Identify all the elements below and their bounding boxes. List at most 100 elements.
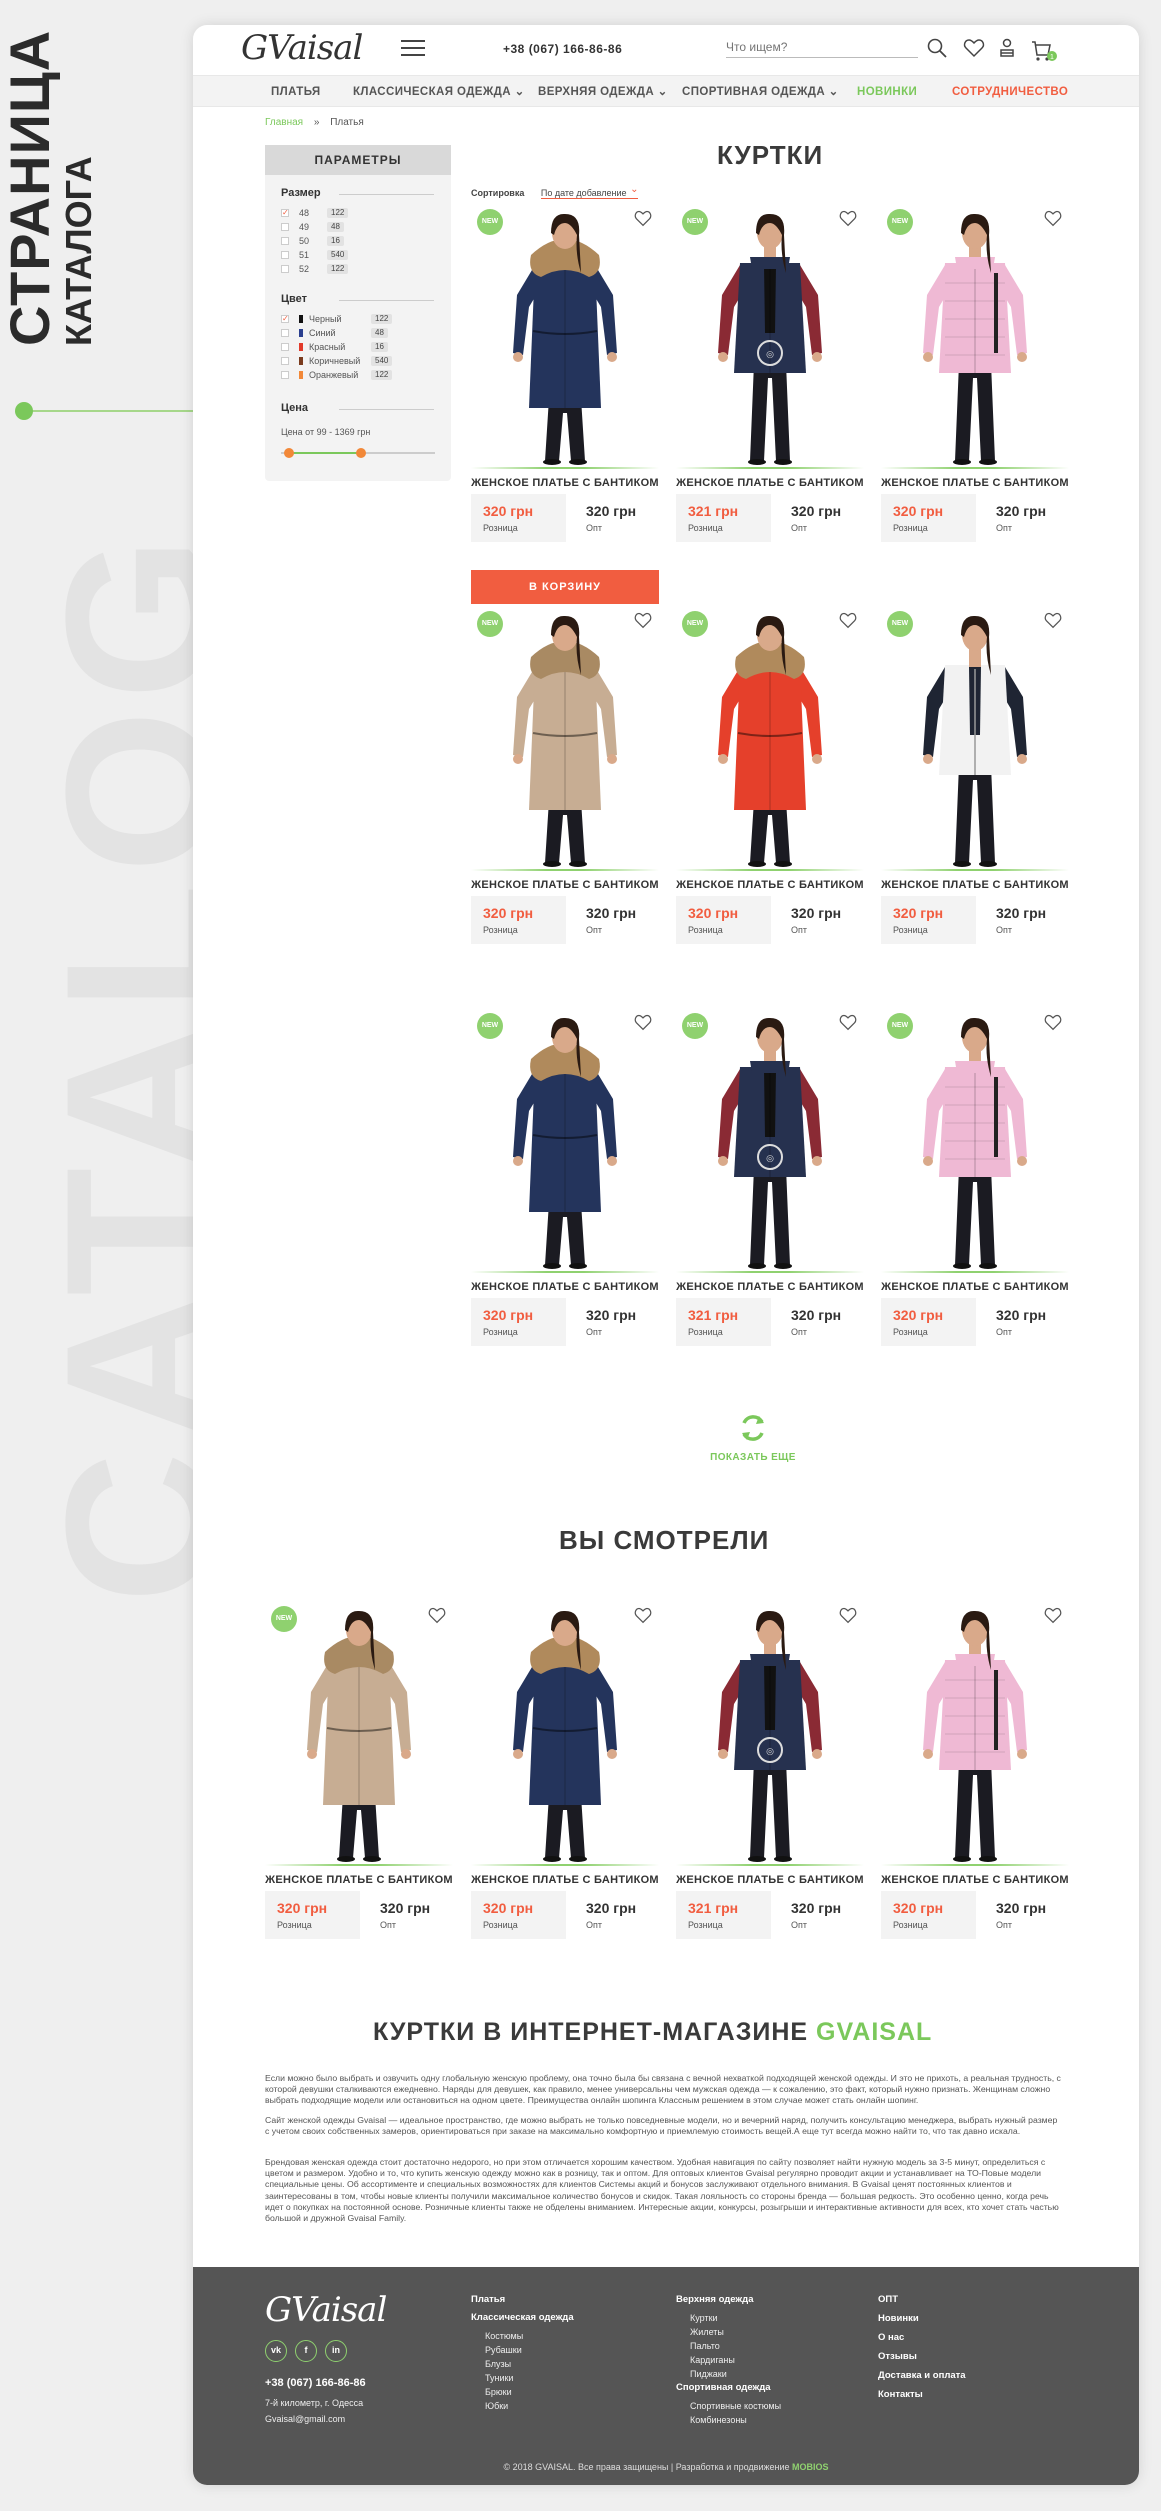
developer-link[interactable]: MOBIOS xyxy=(792,2462,829,2472)
favorite-icon[interactable] xyxy=(633,1606,653,1624)
favorite-icon[interactable] xyxy=(633,209,653,227)
favorite-icon[interactable] xyxy=(1043,209,1063,227)
footer-link[interactable]: Контакты xyxy=(878,2388,923,2402)
footer-sublink[interactable]: Рубашки xyxy=(477,2343,522,2357)
footer-link[interactable]: О нас xyxy=(878,2331,904,2345)
product-name[interactable]: ЖЕНСКОЕ ПЛАТЬЕ С БАНТИКОМ xyxy=(676,1280,864,1294)
product-name[interactable]: ЖЕНСКОЕ ПЛАТЬЕ С БАНТИКОМ xyxy=(881,476,1069,490)
product-card[interactable]: ◎ NEW ЖЕНСКОЕ ПЛАТЬЕ С БАНТИКОМ 321 грн Розн… xyxy=(676,203,864,561)
product-image[interactable] xyxy=(881,605,1069,869)
footer-sublink[interactable]: Костюмы xyxy=(477,2329,523,2343)
favorite-icon[interactable] xyxy=(427,1606,447,1624)
footer-link[interactable]: Отзывы xyxy=(878,2350,917,2364)
footer-link-dresses[interactable]: Платья xyxy=(471,2293,505,2307)
sort-select[interactable]: По дате добавление xyxy=(540,188,639,199)
footer-email[interactable]: Gvaisal@gmail.com xyxy=(265,2412,345,2426)
search-input[interactable] xyxy=(726,36,918,58)
product-photo[interactable] xyxy=(471,605,659,869)
menu-icon[interactable] xyxy=(401,40,425,57)
favorite-icon[interactable] xyxy=(838,611,858,629)
product-card[interactable]: NEW ЖЕНСКОЕ ПЛАТЬЕ С БАНТИКОМ 320 грн Розни… xyxy=(265,1600,453,1958)
favorite-icon[interactable] xyxy=(633,611,653,629)
footer-link-classic[interactable]: Классическая одежда xyxy=(471,2311,574,2325)
favorite-icon[interactable] xyxy=(1043,1013,1063,1031)
checkbox[interactable] xyxy=(281,357,289,365)
instagram-icon[interactable]: in xyxy=(325,2340,347,2362)
heart-icon[interactable] xyxy=(962,36,986,60)
favorite-icon[interactable] xyxy=(1043,1606,1063,1624)
product-photo[interactable] xyxy=(881,1007,1069,1271)
product-photo[interactable] xyxy=(676,605,864,869)
product-image[interactable] xyxy=(471,1600,659,1864)
checkbox[interactable] xyxy=(281,371,289,379)
product-card[interactable]: NEW ЖЕНСКОЕ ПЛАТЬЕ С БАНТИКОМ 320 грн Розни… xyxy=(471,203,659,561)
product-name[interactable]: ЖЕНСКОЕ ПЛАТЬЕ С БАНТИКОМ xyxy=(881,878,1069,892)
product-photo[interactable] xyxy=(881,1600,1069,1864)
product-photo[interactable] xyxy=(471,1600,659,1864)
footer-sublink[interactable]: Блузы xyxy=(477,2357,511,2371)
product-image[interactable]: ◎ xyxy=(676,1600,864,1864)
checkbox[interactable] xyxy=(281,223,289,231)
footer-sublink[interactable]: Жилеты xyxy=(682,2325,724,2339)
product-name[interactable]: ЖЕНСКОЕ ПЛАТЬЕ С БАНТИКОМ xyxy=(676,878,864,892)
product-card[interactable]: NEW ЖЕНСКОЕ ПЛАТЬЕ С БАНТИКОМ 320 грн Розни… xyxy=(471,1007,659,1365)
footer-sublink[interactable]: Туники xyxy=(477,2371,513,2385)
product-card[interactable]: ЖЕНСКОЕ ПЛАТЬЕ С БАНТИКОМ 320 грн Розница 3… xyxy=(881,1600,1069,1958)
footer-sublink[interactable]: Кардиганы xyxy=(682,2353,735,2367)
checkbox[interactable] xyxy=(281,343,289,351)
product-image[interactable] xyxy=(676,605,864,869)
price-slider-min-handle[interactable] xyxy=(283,448,294,458)
search-icon[interactable] xyxy=(925,36,949,60)
breadcrumb-home[interactable]: Главная xyxy=(265,117,303,128)
cart-icon[interactable]: 1 xyxy=(1028,36,1058,64)
facebook-icon[interactable]: f xyxy=(295,2340,317,2362)
user-icon[interactable] xyxy=(995,36,1019,60)
product-image[interactable] xyxy=(471,1007,659,1271)
footer-logo[interactable]: GVaisal xyxy=(265,2293,387,2327)
nav-item-new[interactable]: НОВИНКИ xyxy=(857,85,917,99)
favorite-icon[interactable] xyxy=(1043,611,1063,629)
footer-sublink[interactable]: Спортивные костюмы xyxy=(682,2399,781,2413)
product-name[interactable]: ЖЕНСКОЕ ПЛАТЬЕ С БАНТИКОМ xyxy=(676,476,864,490)
product-name[interactable]: ЖЕНСКОЕ ПЛАТЬЕ С БАНТИКОМ xyxy=(471,1280,659,1294)
product-image[interactable] xyxy=(265,1600,453,1864)
footer-sublink[interactable]: Пиджаки xyxy=(682,2367,727,2381)
checkbox[interactable] xyxy=(281,251,289,259)
checkbox[interactable] xyxy=(281,207,289,219)
favorite-icon[interactable] xyxy=(633,1013,653,1031)
footer-sublink[interactable]: Комбинезоны xyxy=(682,2413,747,2427)
nav-item-sport[interactable]: СПОРТИВНАЯ ОДЕЖДА ⌄ xyxy=(682,85,839,99)
product-image[interactable] xyxy=(881,1600,1069,1864)
product-photo[interactable] xyxy=(881,605,1069,869)
price-slider-max-handle[interactable] xyxy=(356,448,367,458)
favorite-icon[interactable] xyxy=(838,209,858,227)
product-card[interactable]: ◎ NEW ЖЕНСКОЕ ПЛАТЬЕ С БАНТИКОМ 321 грн Розн… xyxy=(676,1007,864,1365)
product-image[interactable] xyxy=(471,605,659,869)
product-name[interactable]: ЖЕНСКОЕ ПЛАТЬЕ С БАНТИКОМ xyxy=(265,1873,453,1887)
product-image[interactable] xyxy=(881,203,1069,467)
footer-link[interactable]: Доставка и оплата xyxy=(878,2369,966,2383)
product-card[interactable]: ЖЕНСКОЕ ПЛАТЬЕ С БАНТИКОМ 320 грн Розница 3… xyxy=(471,1600,659,1958)
product-photo[interactable] xyxy=(471,203,659,467)
product-name[interactable]: ЖЕНСКОЕ ПЛАТЬЕ С БАНТИКОМ xyxy=(881,1280,1069,1294)
product-photo[interactable] xyxy=(881,203,1069,467)
product-photo[interactable] xyxy=(471,1007,659,1271)
footer-sublink[interactable]: Пальто xyxy=(682,2339,720,2353)
product-card[interactable]: ◎ ЖЕНСКОЕ ПЛАТЬЕ С БАНТИКОМ 321 грн Розница… xyxy=(676,1600,864,1958)
product-card[interactable]: NEW ЖЕНСКОЕ ПЛАТЬЕ С БАНТИКОМ 320 грн Розни… xyxy=(471,605,659,963)
favorite-icon[interactable] xyxy=(838,1606,858,1624)
checkbox[interactable] xyxy=(281,265,289,273)
product-card[interactable]: NEW ЖЕНСКОЕ ПЛАТЬЕ С БАНТИКОМ 320 грн Розни… xyxy=(881,203,1069,561)
footer-phone[interactable]: +38 (067) 166-86-86 xyxy=(265,2376,366,2390)
nav-item-outerwear[interactable]: ВЕРХНЯЯ ОДЕЖДА ⌄ xyxy=(538,85,668,99)
footer-sublink[interactable]: Куртки xyxy=(682,2311,718,2325)
product-image[interactable] xyxy=(471,203,659,467)
product-image[interactable]: ◎ xyxy=(676,1007,864,1271)
checkbox[interactable] xyxy=(281,313,289,325)
checkbox[interactable] xyxy=(281,329,289,337)
product-photo[interactable] xyxy=(265,1600,453,1864)
footer-link[interactable]: ОПТ xyxy=(878,2293,898,2307)
footer-link[interactable]: Новинки xyxy=(878,2312,919,2326)
product-photo[interactable]: ◎ xyxy=(676,203,864,467)
checkbox[interactable] xyxy=(281,237,289,245)
